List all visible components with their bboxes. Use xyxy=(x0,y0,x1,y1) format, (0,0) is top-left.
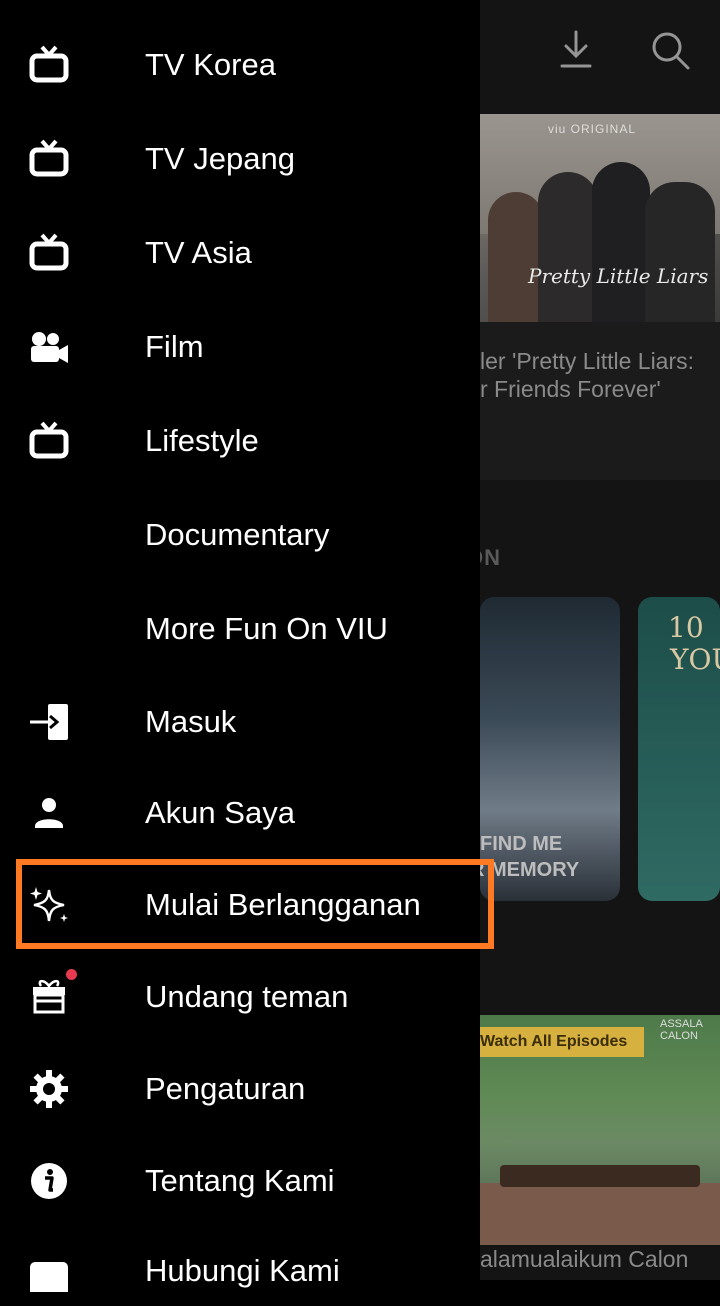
hero-caption-line: r Friends Forever' xyxy=(480,376,661,402)
drawer-item-label: Akun Saya xyxy=(145,795,295,830)
hero-title-script: Pretty Little Liars xyxy=(528,264,709,288)
drawer-item-label: TV Korea xyxy=(145,47,276,82)
drawer-item-label: Documentary xyxy=(145,517,330,552)
drawer-item-label: Pengaturan xyxy=(145,1071,306,1106)
tv-icon xyxy=(29,45,69,83)
drawer-item-hubungi-kami[interactable]: Hubungi Kami xyxy=(0,1236,480,1306)
gear-icon xyxy=(30,1070,68,1108)
gift-icon xyxy=(33,979,65,1014)
hero-caption-line: ler 'Pretty Little Liars: xyxy=(480,348,695,374)
tv-icon xyxy=(29,139,69,177)
tv-icon xyxy=(29,233,69,271)
drawer-item-documentary[interactable]: Documentary xyxy=(0,500,480,570)
poster-card[interactable]: 10 YOU xyxy=(638,597,720,901)
drawer-item-more-fun-on-viu[interactable]: More Fun On VIU xyxy=(0,594,480,664)
sign-in-icon xyxy=(30,704,68,740)
drawer-item-masuk[interactable]: Masuk xyxy=(0,687,480,757)
info-icon xyxy=(31,1163,67,1199)
episode-title: alamualaikum Calon xyxy=(480,1246,689,1272)
poster-title: R MEMORY xyxy=(480,859,580,881)
drawer-item-label: Lifestyle xyxy=(145,423,259,458)
drawer-item-tentang-kami[interactable]: Tentang Kami xyxy=(0,1146,480,1216)
drawer-item-label: TV Asia xyxy=(145,235,252,270)
poster-card[interactable]: FIND ME R MEMORY xyxy=(480,597,620,901)
drawer-item-tv-korea[interactable]: TV Korea xyxy=(0,30,480,100)
navigation-drawer: TV Korea TV Jepang TV Asia Film Lifestyl… xyxy=(0,0,494,1292)
contact-icon xyxy=(30,1262,68,1292)
drawer-item-label: More Fun On VIU xyxy=(145,611,388,646)
search-icon[interactable] xyxy=(648,28,692,72)
hero-banner[interactable]: viu ORIGINAL Pretty Little Liars xyxy=(480,114,720,322)
hero-caption[interactable]: ler 'Pretty Little Liars: r Friends Fore… xyxy=(480,322,720,480)
drawer-item-film[interactable]: Film xyxy=(0,312,480,382)
watch-all-episodes-badge: Watch All Episodes xyxy=(480,1027,644,1057)
drawer-item-pengaturan[interactable]: Pengaturan xyxy=(0,1054,480,1124)
tv-icon xyxy=(29,421,69,459)
drawer-item-label: Masuk xyxy=(145,704,237,739)
notification-dot xyxy=(66,969,77,980)
episode-corner-logo: ASSALA CALON xyxy=(660,1018,703,1042)
drawer-item-tv-jepang[interactable]: TV Jepang xyxy=(0,124,480,194)
download-icon[interactable] xyxy=(554,28,598,72)
person-icon xyxy=(35,798,63,828)
poster-title: 10 xyxy=(668,611,704,644)
poster-title: YOU xyxy=(670,643,720,676)
drawer-item-label: Undang teman xyxy=(145,979,349,1014)
drawer-item-label: TV Jepang xyxy=(145,141,295,176)
highlight-box xyxy=(16,859,494,949)
drawer-item-label: Tentang Kami xyxy=(145,1163,335,1198)
viu-original-logo: viu ORIGINAL xyxy=(548,122,637,136)
drawer-item-tv-asia[interactable]: TV Asia xyxy=(0,218,480,288)
drawer-item-label: Film xyxy=(145,329,204,364)
video-camera-icon xyxy=(31,332,68,363)
poster-title: FIND ME xyxy=(480,833,563,855)
drawer-item-akun-saya[interactable]: Akun Saya xyxy=(0,778,480,848)
drawer-item-lifestyle[interactable]: Lifestyle xyxy=(0,406,480,476)
drawer-item-label: Hubungi Kami xyxy=(145,1253,340,1288)
